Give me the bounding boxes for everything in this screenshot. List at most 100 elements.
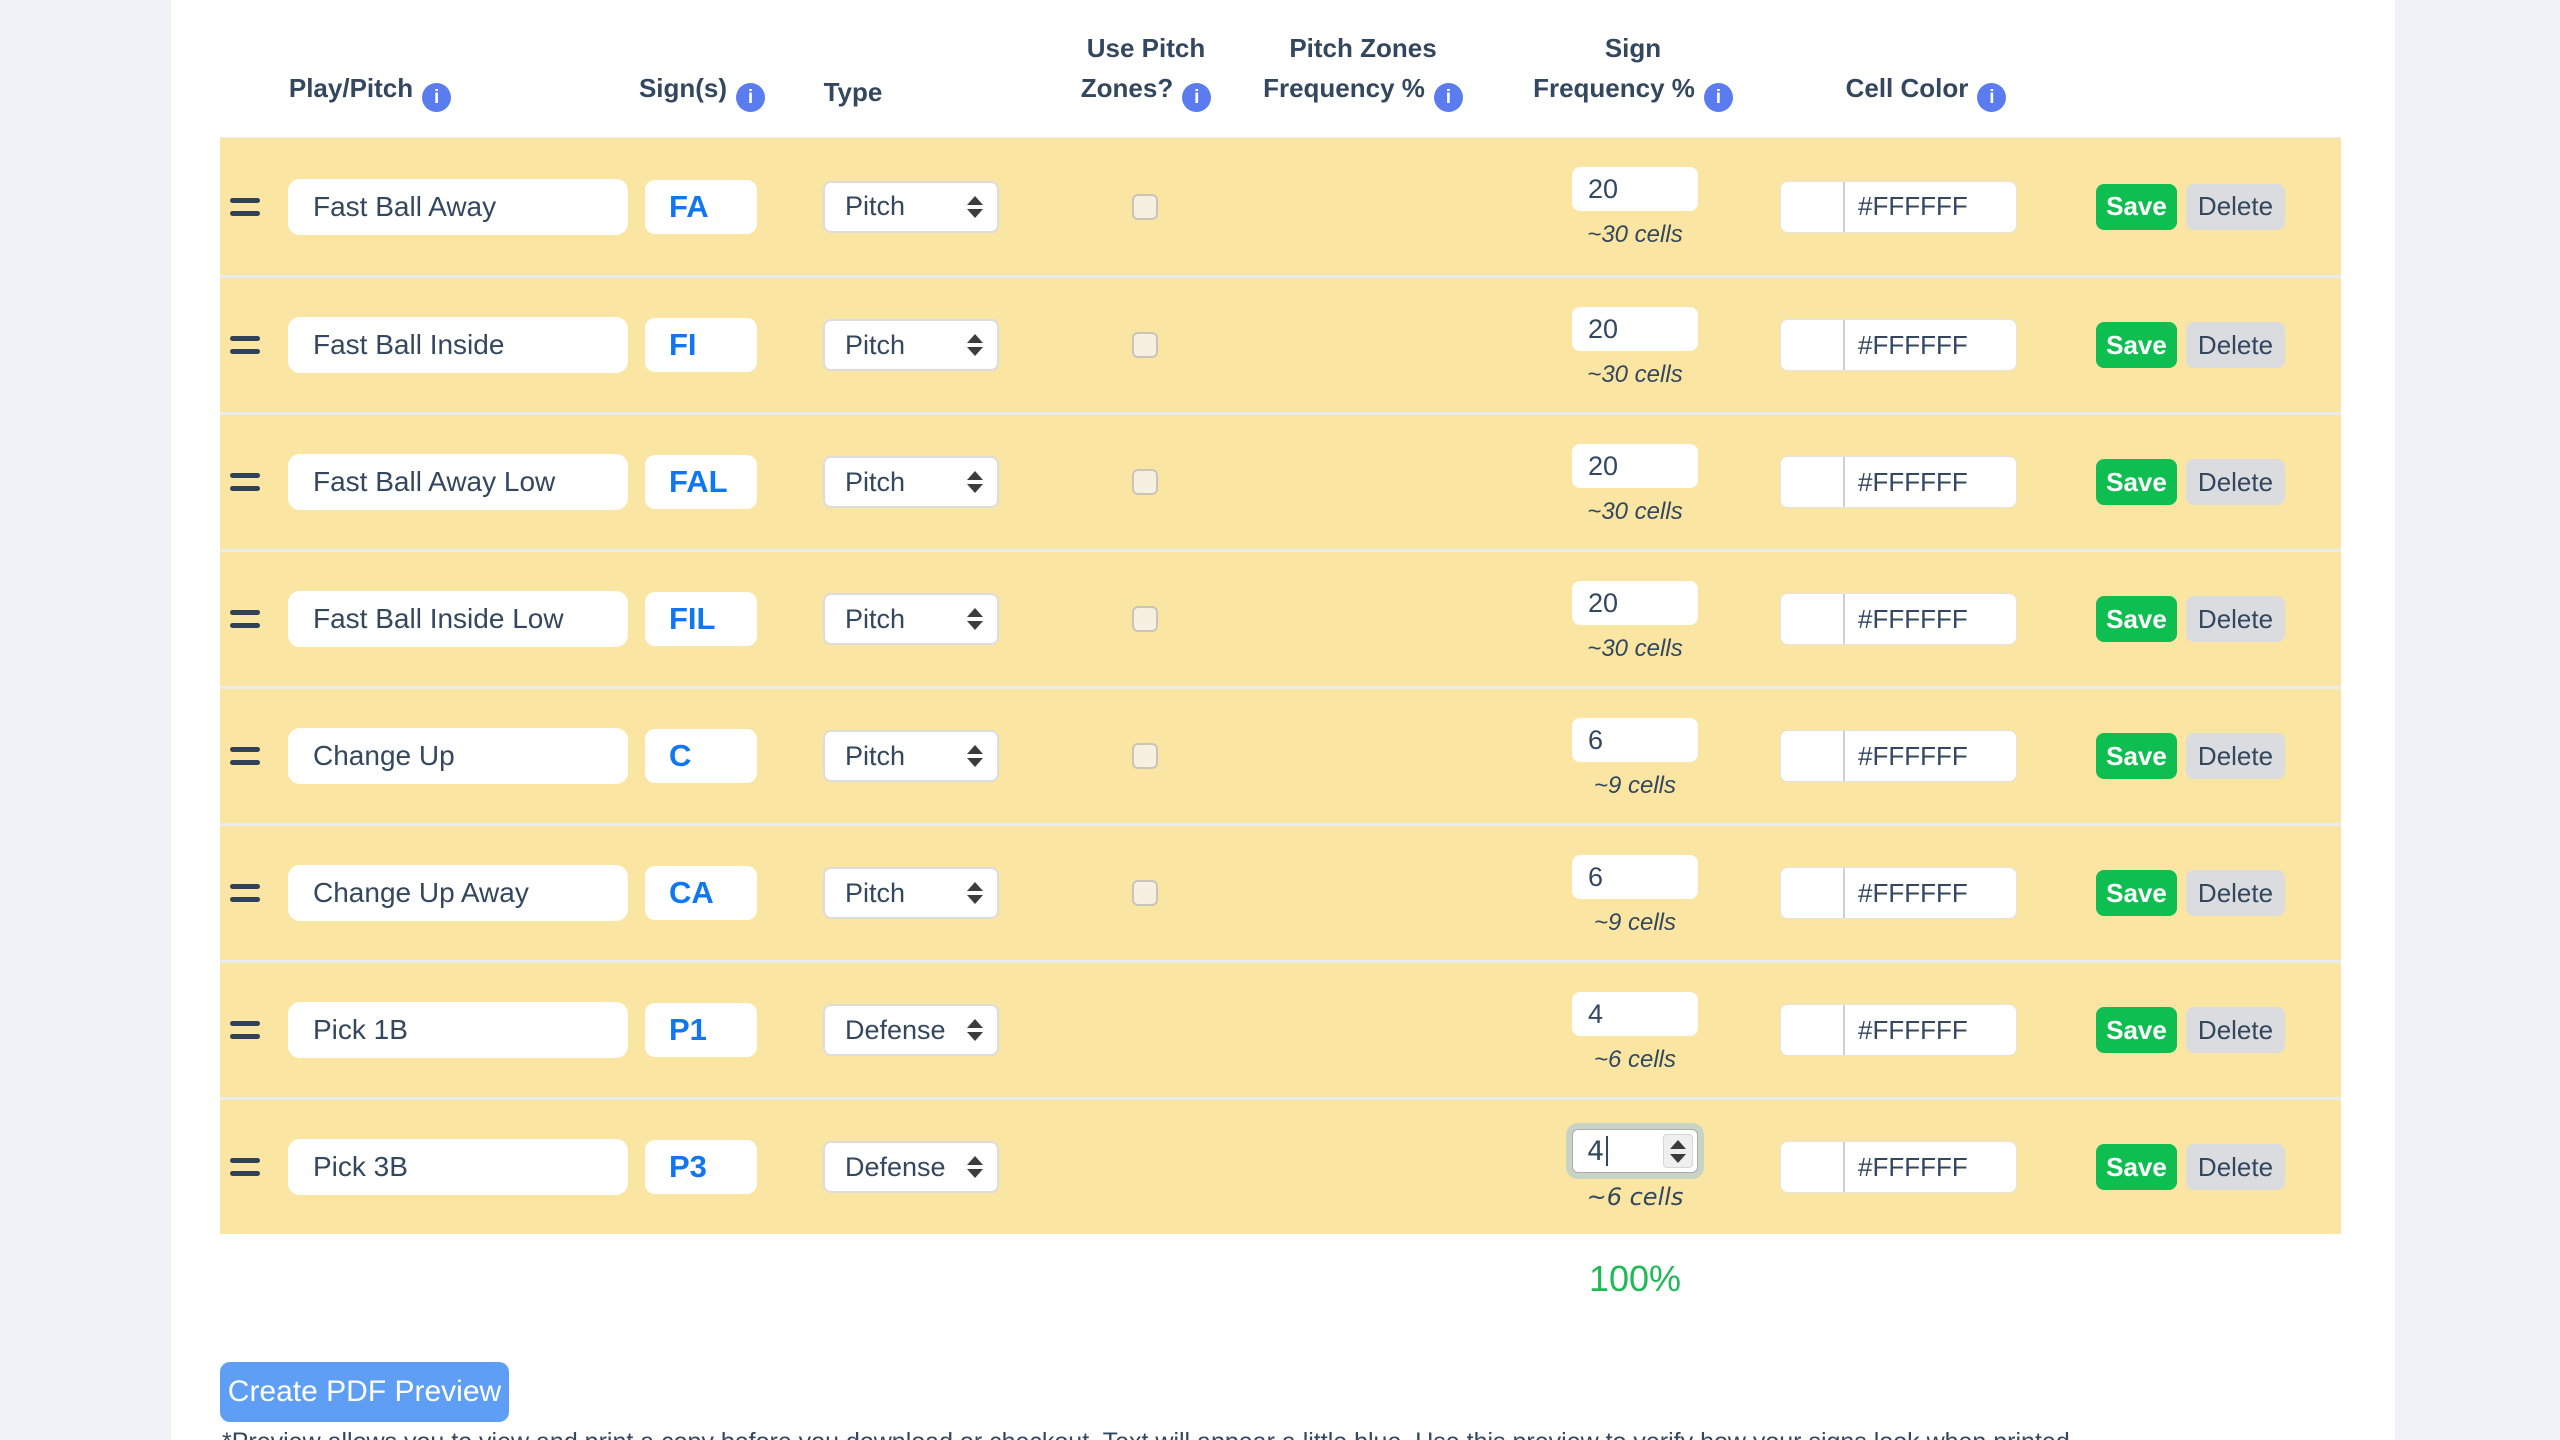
sign-frequency-input[interactable]	[1572, 581, 1698, 625]
sign-frequency-cell: ~30 cells	[1572, 444, 1698, 526]
save-button[interactable]: Save	[2096, 184, 2177, 230]
use-pitch-zones-checkbox[interactable]	[1132, 332, 1158, 358]
info-icon[interactable]: i	[1434, 83, 1463, 112]
info-icon[interactable]: i	[1977, 83, 2006, 112]
cell-color-value: #FFFFFF	[1858, 330, 1968, 361]
approx-cells-label: ~30 cells	[1587, 361, 1682, 389]
sign-input[interactable]	[645, 1140, 757, 1194]
delete-button[interactable]: Delete	[2186, 322, 2285, 368]
create-pdf-preview-button[interactable]: Create PDF Preview	[220, 1362, 509, 1422]
use-pitch-zones-checkbox[interactable]	[1132, 606, 1158, 632]
save-button[interactable]: Save	[2096, 459, 2177, 505]
sign-frequency-input-focused[interactable]: 4	[1572, 1129, 1698, 1173]
use-pitch-zones-checkbox[interactable]	[1132, 469, 1158, 495]
delete-button[interactable]: Delete	[2186, 184, 2285, 230]
drag-handle-icon[interactable]	[230, 1017, 266, 1043]
drag-handle-icon[interactable]	[230, 332, 266, 358]
color-swatch[interactable]	[1781, 320, 1843, 370]
delete-button[interactable]: Delete	[2186, 870, 2285, 916]
drag-handle-icon[interactable]	[230, 469, 266, 495]
save-button[interactable]: Save	[2096, 322, 2177, 368]
play-pitch-input[interactable]	[288, 179, 628, 235]
sign-input[interactable]	[645, 455, 757, 509]
use-pitch-zones-checkbox[interactable]	[1132, 194, 1158, 220]
use-pitch-zones-checkbox[interactable]	[1132, 880, 1158, 906]
drag-handle-icon[interactable]	[230, 1154, 266, 1180]
color-swatch[interactable]	[1781, 457, 1843, 507]
sign-input[interactable]	[645, 729, 757, 783]
color-swatch[interactable]	[1781, 868, 1843, 918]
table-row: Pitch ~9 cells #FFFFFF Save Delete	[220, 823, 2341, 960]
save-button[interactable]: Save	[2096, 1144, 2177, 1190]
number-stepper[interactable]	[1663, 1134, 1693, 1168]
info-icon[interactable]: i	[422, 83, 451, 112]
cell-color-input[interactable]: #FFFFFF	[1780, 319, 2017, 371]
type-select[interactable]: Defense	[823, 1141, 999, 1193]
sign-frequency-input[interactable]	[1572, 718, 1698, 762]
sign-input[interactable]	[645, 1003, 757, 1057]
cell-color-input[interactable]: #FFFFFF	[1780, 1004, 2017, 1056]
color-swatch[interactable]	[1781, 1005, 1843, 1055]
drag-handle-icon[interactable]	[230, 606, 266, 632]
approx-cells-label: ~6 cells	[1594, 1046, 1676, 1074]
type-select[interactable]: Pitch	[823, 730, 999, 782]
save-button[interactable]: Save	[2096, 733, 2177, 779]
save-button[interactable]: Save	[2096, 870, 2177, 916]
cell-color-input[interactable]: #FFFFFF	[1780, 593, 2017, 645]
cell-color-value: #FFFFFF	[1858, 1015, 1968, 1046]
play-pitch-input[interactable]	[288, 1002, 628, 1058]
sign-frequency-input[interactable]	[1572, 307, 1698, 351]
color-swatch[interactable]	[1781, 731, 1843, 781]
drag-handle-icon[interactable]	[230, 880, 266, 906]
sign-input[interactable]	[645, 592, 757, 646]
cell-color-input[interactable]: #FFFFFF	[1780, 730, 2017, 782]
type-select[interactable]: Pitch	[823, 867, 999, 919]
color-swatch[interactable]	[1781, 594, 1843, 644]
cell-color-value: #FFFFFF	[1858, 191, 1968, 222]
sign-frequency-input[interactable]	[1572, 992, 1698, 1036]
sign-frequency-cell: ~30 cells	[1572, 581, 1698, 663]
cell-color-input[interactable]: #FFFFFF	[1780, 456, 2017, 508]
cell-color-input[interactable]: #FFFFFF	[1780, 181, 2017, 233]
delete-button[interactable]: Delete	[2186, 733, 2285, 779]
type-select[interactable]: Pitch	[823, 456, 999, 508]
divider	[1843, 182, 1845, 232]
sign-frequency-input[interactable]	[1572, 855, 1698, 899]
color-swatch[interactable]	[1781, 182, 1843, 232]
type-select[interactable]: Pitch	[823, 181, 999, 233]
use-pitch-zones-checkbox[interactable]	[1132, 743, 1158, 769]
play-pitch-input[interactable]	[288, 728, 628, 784]
info-icon[interactable]: i	[1704, 83, 1733, 112]
select-arrows-icon	[967, 196, 983, 218]
type-select[interactable]: Defense	[823, 1004, 999, 1056]
sign-frequency-input[interactable]	[1572, 444, 1698, 488]
stepper-down-icon	[1670, 1154, 1686, 1163]
play-pitch-input[interactable]	[288, 454, 628, 510]
delete-button[interactable]: Delete	[2186, 1007, 2285, 1053]
cell-color-input[interactable]: #FFFFFF	[1780, 1141, 2017, 1193]
cell-color-value: #FFFFFF	[1858, 604, 1968, 635]
sign-input[interactable]	[645, 180, 757, 234]
select-arrows-icon	[967, 882, 983, 904]
play-pitch-input[interactable]	[288, 591, 628, 647]
type-select[interactable]: Pitch	[823, 319, 999, 371]
play-pitch-input[interactable]	[288, 1139, 628, 1195]
delete-button[interactable]: Delete	[2186, 459, 2285, 505]
delete-button[interactable]: Delete	[2186, 596, 2285, 642]
cell-color-input[interactable]: #FFFFFF	[1780, 867, 2017, 919]
sign-input[interactable]	[645, 866, 757, 920]
play-pitch-input[interactable]	[288, 865, 628, 921]
drag-handle-icon[interactable]	[230, 194, 266, 220]
color-swatch[interactable]	[1781, 1142, 1843, 1192]
save-button[interactable]: Save	[2096, 596, 2177, 642]
delete-button[interactable]: Delete	[2186, 1144, 2285, 1190]
sign-input[interactable]	[645, 318, 757, 372]
sign-frequency-input[interactable]	[1572, 167, 1698, 211]
type-select[interactable]: Pitch	[823, 593, 999, 645]
preview-footnote: *Preview allows you to view and print a …	[222, 1428, 2202, 1440]
save-button[interactable]: Save	[2096, 1007, 2177, 1053]
select-arrows-icon	[967, 1019, 983, 1041]
drag-handle-icon[interactable]	[230, 743, 266, 769]
type-select-value: Defense	[845, 1015, 967, 1046]
play-pitch-input[interactable]	[288, 317, 628, 373]
